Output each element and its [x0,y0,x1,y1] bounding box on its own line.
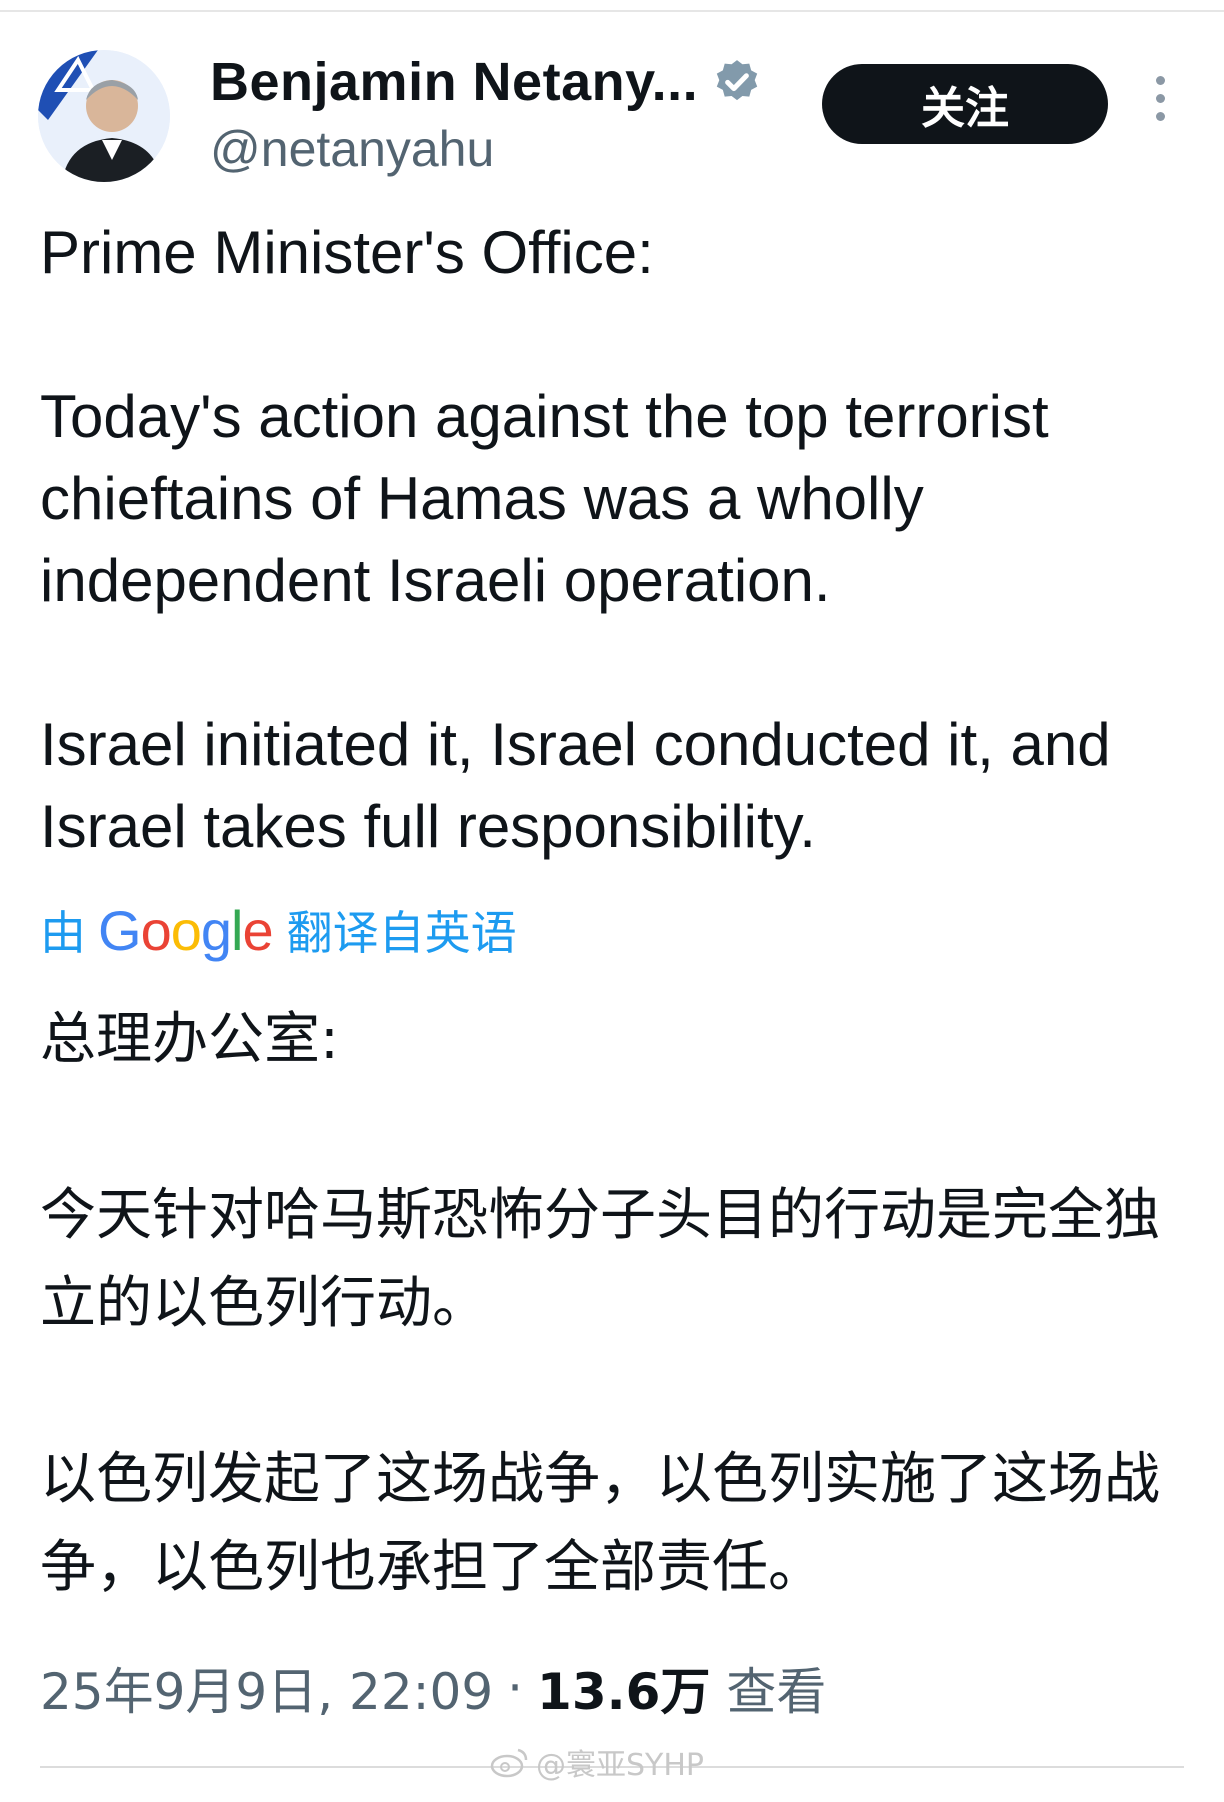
views-count: 13.6万 [537,1663,711,1721]
tweet-paragraph: Today's action against the top terrorist… [40,383,1049,614]
translate-suffix: 翻译自英语 [286,906,517,960]
more-options-icon[interactable] [1148,76,1172,136]
display-name[interactable]: Benjamin Netany... [210,51,698,113]
verified-badge-icon [716,60,758,101]
follow-button[interactable]: 关注 [822,64,1108,144]
tweet-paragraph: Israel initiated it, Israel conducted it… [40,711,1111,860]
avatar-image [38,50,170,182]
google-logo: Google [98,898,274,962]
watermark-text: @寰亚SYHP [536,1748,705,1783]
weibo-logo-icon [490,1748,528,1778]
tweet-paragraph: Prime Minister's Office: [40,219,654,286]
tweet-meta: 25年9月9日, 22:09 · 13.6万 查看 [40,1652,826,1724]
avatar[interactable] [38,50,170,182]
top-divider [0,10,1224,12]
watermark: @寰亚SYHP [490,1740,704,1784]
tweet-body: Prime Minister's Office: Today's action … [40,212,1190,868]
views-label: 查看 [726,1663,827,1721]
user-handle[interactable]: @netanyahu [210,120,494,178]
translated-by-google-link[interactable]: 由 Google 翻译自英语 [40,898,517,962]
translate-prefix: 由 [40,906,86,960]
timestamp-link[interactable]: 25年9月9日, 22:09 [40,1652,493,1724]
tweet-header: Benjamin Netany... @netanyahu 关注 [0,48,1224,188]
translated-paragraph: 总理办公室: [40,1007,339,1072]
translated-paragraph: 今天针对哈马斯恐怖分子头目的行动是完全独立的以色列行动。 [40,1183,1160,1336]
meta-separator: · [507,1659,524,1717]
translated-tweet-body: 总理办公室: 今天针对哈马斯恐怖分子头目的行动是完全独立的以色列行动。 以色列发… [40,996,1190,1612]
translated-paragraph: 以色列发起了这场战争，以色列实施了这场战争，以色列也承担了全部责任。 [40,1447,1160,1600]
